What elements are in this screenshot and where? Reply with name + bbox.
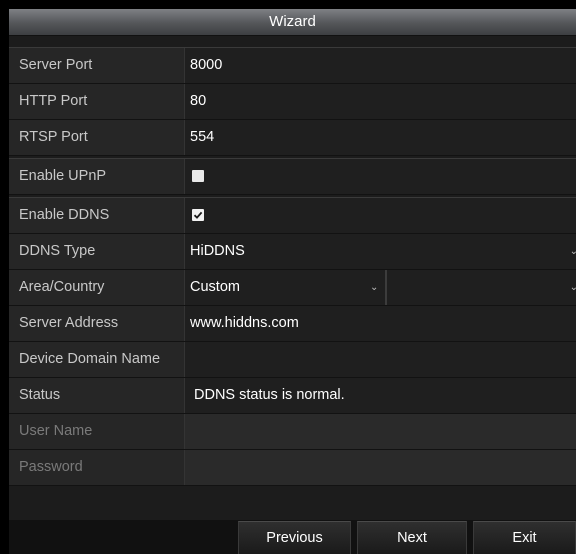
http-port-label: HTTP Port bbox=[19, 93, 88, 109]
enable-ddns-checkbox[interactable] bbox=[192, 209, 204, 221]
enable-upnp-cell bbox=[184, 159, 576, 194]
server-address-row: Server Address www.hiddns.com bbox=[9, 306, 576, 342]
ddns-type-row: DDNS Type HiDDNS ⌄ bbox=[9, 234, 576, 270]
rtsp-port-label: RTSP Port bbox=[19, 129, 88, 145]
device-domain-name-row: Device Domain Name bbox=[9, 342, 576, 378]
server-port-value: 8000 bbox=[190, 57, 223, 73]
previous-button[interactable]: Previous bbox=[238, 521, 351, 554]
status-label: Status bbox=[19, 387, 61, 403]
password-row: Password bbox=[9, 450, 576, 486]
status-row: Status DDNS status is normal. bbox=[9, 378, 576, 414]
ddns-group: Enable DDNS DDNS Type HiDDNS ⌄ Area/Coun… bbox=[9, 197, 576, 486]
enable-ddns-cell bbox=[184, 198, 576, 233]
user-name-label: User Name bbox=[19, 423, 93, 439]
device-domain-name-field[interactable] bbox=[184, 342, 576, 377]
device-domain-name-label: Device Domain Name bbox=[19, 351, 161, 367]
user-name-field[interactable] bbox=[184, 414, 576, 449]
chevron-down-icon: ⌄ bbox=[569, 246, 576, 257]
status-value: DDNS status is normal. bbox=[194, 387, 345, 403]
enable-ddns-label: Enable DDNS bbox=[19, 207, 110, 223]
ddns-type-value: HiDDNS bbox=[190, 243, 245, 259]
server-port-label: Server Port bbox=[19, 57, 93, 73]
http-port-field[interactable]: 80 bbox=[184, 84, 576, 119]
password-label: Password bbox=[19, 459, 83, 475]
http-port-row: HTTP Port 80 bbox=[9, 84, 576, 120]
rtsp-port-value: 554 bbox=[190, 129, 215, 145]
checkmark-icon bbox=[193, 211, 203, 219]
window-title: Wizard bbox=[9, 9, 576, 36]
network-form: Server Port 8000 HTTP Port 80 RTSP Port … bbox=[9, 45, 576, 486]
ports-group: Server Port 8000 HTTP Port 80 RTSP Port … bbox=[9, 47, 576, 156]
server-address-value: www.hiddns.com bbox=[190, 315, 299, 331]
ddns-type-label: DDNS Type bbox=[19, 243, 96, 259]
http-port-value: 80 bbox=[190, 93, 207, 109]
rtsp-port-row: RTSP Port 554 bbox=[9, 120, 576, 156]
wizard-window: Wizard Server Port 8000 HTTP Port 80 RTS… bbox=[9, 9, 576, 554]
password-field[interactable] bbox=[184, 450, 576, 485]
chevron-down-icon: ⌄ bbox=[370, 282, 379, 293]
server-port-field[interactable]: 8000 bbox=[184, 48, 576, 83]
user-name-row: User Name bbox=[9, 414, 576, 450]
next-button[interactable]: Next bbox=[357, 521, 467, 554]
rtsp-port-field[interactable]: 554 bbox=[184, 120, 576, 155]
enable-upnp-label: Enable UPnP bbox=[19, 168, 107, 184]
area-country-select[interactable]: Custom ⌄ ⌄ bbox=[184, 270, 576, 305]
area-country-label: Area/Country bbox=[19, 279, 105, 295]
ddns-type-select[interactable]: HiDDNS ⌄ bbox=[184, 234, 576, 269]
enable-upnp-row: Enable UPnP bbox=[9, 159, 576, 195]
server-port-row: Server Port 8000 bbox=[9, 48, 576, 84]
chevron-down-icon: ⌄ bbox=[569, 282, 576, 293]
exit-button[interactable]: Exit bbox=[473, 521, 576, 554]
status-field: DDNS status is normal. bbox=[184, 378, 576, 413]
enable-ddns-row: Enable DDNS bbox=[9, 198, 576, 234]
area-country-row: Area/Country Custom ⌄ ⌄ bbox=[9, 270, 576, 306]
server-address-field[interactable]: www.hiddns.com bbox=[184, 306, 576, 341]
area-country-value: Custom bbox=[190, 279, 240, 295]
upnp-group: Enable UPnP bbox=[9, 158, 576, 195]
enable-upnp-checkbox[interactable] bbox=[192, 170, 204, 182]
area-country-secondary-select[interactable]: ⌄ bbox=[385, 270, 576, 305]
server-address-label: Server Address bbox=[19, 315, 119, 331]
